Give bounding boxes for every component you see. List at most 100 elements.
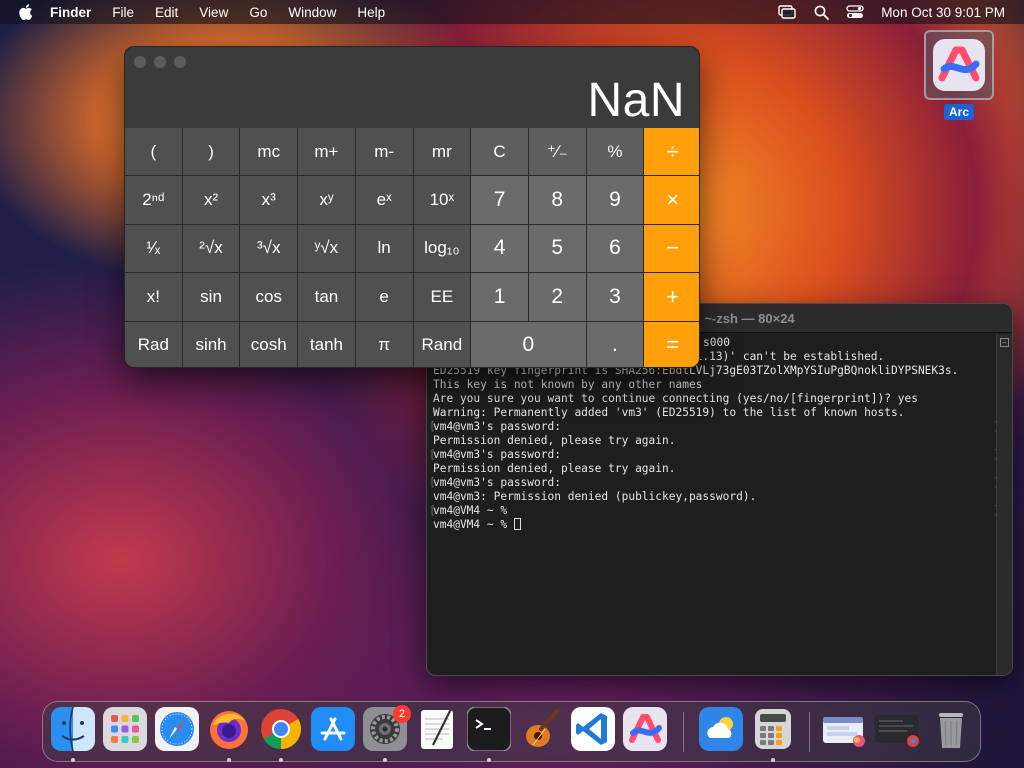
calc-key-3-button[interactable]: m+ bbox=[298, 128, 355, 176]
calc-key-26-button[interactable]: 4 bbox=[471, 224, 528, 273]
calc-key-27-button[interactable]: 5 bbox=[528, 224, 586, 273]
dock-item-chrome[interactable] bbox=[259, 708, 303, 753]
calc-plus-button[interactable]: + bbox=[644, 273, 699, 321]
calc-key-41-button[interactable]: sinh bbox=[182, 321, 240, 367]
terminal-line: vm4@VM4 ~ % bbox=[433, 518, 990, 532]
calc-key-40-button[interactable]: Rad bbox=[125, 321, 182, 367]
arc-icon bbox=[623, 706, 667, 756]
calc-key-10-button[interactable]: 2ⁿᵈ bbox=[125, 176, 182, 224]
calc-key-30-button[interactable]: x! bbox=[125, 273, 182, 321]
dock-item-finder[interactable] bbox=[51, 706, 95, 753]
menu-go[interactable]: Go bbox=[249, 5, 267, 20]
calc-key-46-button[interactable]: 0 bbox=[471, 321, 586, 367]
calc-key-5-button[interactable]: mr bbox=[413, 128, 471, 176]
dock-item-textedit[interactable] bbox=[415, 708, 459, 753]
calc-key-42-button[interactable]: cosh bbox=[240, 321, 298, 367]
calc-open-paren-button[interactable]: ( bbox=[125, 128, 182, 176]
dock-item-calculator[interactable] bbox=[751, 708, 795, 753]
menu-view[interactable]: View bbox=[199, 5, 228, 20]
vscode-icon bbox=[571, 706, 615, 756]
safari-icon bbox=[155, 706, 199, 756]
calc-key-38-button[interactable]: 3 bbox=[586, 273, 644, 321]
dock-item-terminal[interactable] bbox=[466, 705, 512, 753]
calc-clear-button[interactable]: C bbox=[471, 128, 528, 176]
dock: 2 bbox=[42, 701, 981, 762]
calc-key-15-button[interactable]: 10ˣ bbox=[413, 176, 471, 224]
calc-key-25-button[interactable]: log₁₀ bbox=[413, 224, 471, 273]
apple-menu-icon[interactable] bbox=[16, 2, 36, 22]
calc-key-45-button[interactable]: Rand bbox=[413, 321, 471, 367]
dock-item-vscode[interactable] bbox=[571, 706, 615, 756]
terminal-output[interactable]: s000The authenticity of host 'vm3 (192.1… bbox=[427, 334, 1000, 675]
running-indicator bbox=[487, 758, 491, 762]
control-center-icon[interactable] bbox=[845, 4, 865, 20]
desktop-item-arc[interactable]: Arc bbox=[924, 30, 994, 120]
close-button[interactable] bbox=[134, 56, 146, 68]
dock-item-safari[interactable] bbox=[155, 706, 199, 756]
menu-help[interactable]: Help bbox=[357, 5, 385, 20]
calc-key-12-button[interactable]: x³ bbox=[240, 176, 298, 224]
calc-key-21-button[interactable]: ²√x bbox=[182, 224, 240, 273]
calc-key-24-button[interactable]: ln bbox=[355, 224, 413, 273]
calc-equals-button[interactable]: = bbox=[644, 321, 699, 367]
dock-separator bbox=[683, 712, 684, 752]
dock-item-trash[interactable] bbox=[929, 709, 973, 753]
running-indicator bbox=[227, 758, 231, 762]
menu-window[interactable]: Window bbox=[288, 5, 336, 20]
calc-decimal-button[interactable]: . bbox=[586, 321, 644, 367]
calc-key-20-button[interactable]: ¹∕ₓ bbox=[125, 224, 182, 273]
calc-key-17-button[interactable]: 8 bbox=[528, 176, 586, 224]
terminal-line: Permission denied, please try again. bbox=[433, 462, 676, 475]
calc-key-37-button[interactable]: 2 bbox=[528, 273, 586, 321]
calculator-keypad: () mc m+ m-mr C ⁺∕₋% ÷ 2ⁿᵈ x² x³ xʸ eˣ 10ˣ 7 8 9 × ¹∕ₓ ²√x… bbox=[125, 128, 699, 367]
calc-close-paren-button[interactable]: ) bbox=[182, 128, 240, 176]
calc-key-4-button[interactable]: m- bbox=[355, 128, 413, 176]
minimize-button[interactable] bbox=[154, 56, 166, 68]
calc-key-35-button[interactable]: EE bbox=[413, 273, 471, 321]
menu-file[interactable]: File bbox=[112, 5, 134, 20]
menu-edit[interactable]: Edit bbox=[155, 5, 178, 20]
dock-item-app-store[interactable] bbox=[311, 706, 355, 753]
calc-key-16-button[interactable]: 7 bbox=[471, 176, 528, 224]
calc-key-31-button[interactable]: sin bbox=[182, 273, 240, 321]
scroll-toggle-icon[interactable]: – bbox=[1000, 338, 1009, 347]
calc-key-34-button[interactable]: e bbox=[355, 273, 413, 321]
menubar-clock[interactable]: Mon Oct 30 9:01 PM bbox=[881, 5, 1005, 20]
calc-key-2-button[interactable]: mc bbox=[240, 128, 298, 176]
dock-item-launchpad[interactable] bbox=[103, 706, 147, 756]
terminal-scrollbar[interactable]: – bbox=[996, 334, 1012, 675]
dock-item-stack[interactable] bbox=[823, 709, 867, 753]
calc-key-14-button[interactable]: eˣ bbox=[355, 176, 413, 224]
dock-item-weather[interactable] bbox=[699, 706, 743, 753]
calc-key-28-button[interactable]: 6 bbox=[586, 224, 644, 273]
calc-percent-button[interactable]: % bbox=[586, 128, 644, 176]
calc-key-22-button[interactable]: ³√x bbox=[240, 224, 298, 273]
calc-key-7-button[interactable]: ⁺∕₋ bbox=[528, 128, 586, 176]
zoom-button[interactable] bbox=[174, 56, 186, 68]
launchpad-icon bbox=[103, 706, 147, 756]
running-indicator bbox=[279, 758, 283, 762]
spotlight-search-icon[interactable] bbox=[811, 4, 831, 20]
calc-key-11-button[interactable]: x² bbox=[182, 176, 240, 224]
calc-key-36-button[interactable]: 1 bbox=[471, 273, 528, 321]
dock-item-firefox[interactable] bbox=[207, 709, 251, 753]
calc-key-33-button[interactable]: tan bbox=[298, 273, 355, 321]
calculator-window[interactable]: NaN () mc m+ m-mr C ⁺∕₋% ÷ 2ⁿᵈ x² x³ xʸ eˣ 10ˣ 7 8 9 × ¹∕… bbox=[124, 46, 700, 368]
calc-key-23-button[interactable]: ʸ√x bbox=[298, 224, 355, 273]
calc-divide-button[interactable]: ÷ bbox=[644, 128, 699, 176]
dock-item-garageband[interactable] bbox=[519, 708, 563, 753]
dock-item-window-preview[interactable] bbox=[875, 709, 919, 753]
calc-key-43-button[interactable]: tanh bbox=[298, 321, 355, 367]
screen-mirroring-icon[interactable] bbox=[777, 4, 797, 20]
calc-key-13-button[interactable]: xʸ bbox=[298, 176, 355, 224]
calc-key-32-button[interactable]: cos bbox=[240, 273, 298, 321]
calc-multiply-button[interactable]: × bbox=[644, 176, 699, 224]
app-menu-finder[interactable]: Finder bbox=[50, 5, 91, 20]
dock-item-arc[interactable] bbox=[623, 706, 667, 756]
calc-key-18-button[interactable]: 9 bbox=[586, 176, 644, 224]
calc-minus-button[interactable]: − bbox=[644, 224, 699, 273]
dock-item-system-settings[interactable]: 2 bbox=[363, 705, 411, 753]
running-indicator bbox=[383, 758, 387, 762]
calc-pi-button[interactable]: π bbox=[355, 321, 413, 367]
dock-separator bbox=[809, 712, 810, 752]
